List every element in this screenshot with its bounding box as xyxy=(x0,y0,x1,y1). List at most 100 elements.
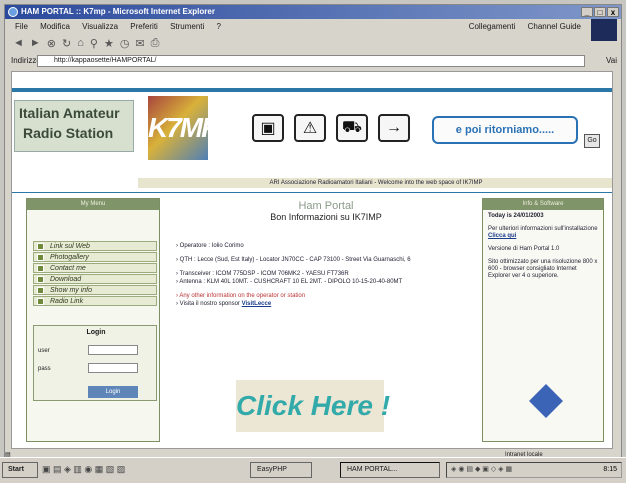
pass-label: pass xyxy=(38,366,51,372)
address-bar: Indirizzo http://kappaosette/HAMPORTAL/ … xyxy=(5,53,621,69)
stop-icon[interactable]: ⊗ xyxy=(47,37,56,50)
search-icon[interactable]: ⚲ xyxy=(90,37,98,50)
optimized-info: Sito ottimizzato per una risoluzione 800… xyxy=(488,259,598,279)
logo-line1: Italian Amateur xyxy=(19,105,120,121)
menu-item-label: Photogallery xyxy=(50,253,89,261)
refresh-icon[interactable]: ↻ xyxy=(62,37,71,50)
header-rule-bottom xyxy=(12,192,612,193)
click-here-banner[interactable]: Click Here ! xyxy=(236,380,390,432)
qth-info: › QTH : Lecce (Sud, Est Italy) - Locator… xyxy=(176,257,411,263)
user-label: user xyxy=(38,348,50,354)
menu-title: My Menu xyxy=(27,199,159,210)
callsign-logo: K7MP xyxy=(148,96,220,160)
version-info: Versione di Ham Portal 1.0 xyxy=(488,246,560,252)
ie-icon xyxy=(8,7,18,17)
quick-launch-icons[interactable]: ▣ ▤ ◈ ▥ ◉ ▦ ▧ ▨ xyxy=(42,464,125,475)
channel-guide-link[interactable]: Channel Guide xyxy=(528,22,581,31)
login-box: Login user pass Login xyxy=(33,325,157,401)
sponsor-text: Visita il nostro sponsor xyxy=(179,301,240,307)
address-input[interactable]: http://kappaosette/HAMPORTAL/ xyxy=(37,55,585,67)
menu-item-radio-link[interactable]: Radio Link xyxy=(33,296,157,306)
menu-item-label: Contact me xyxy=(50,264,86,272)
taskbar-ham-portal[interactable]: HAM PORTAL... xyxy=(340,462,440,478)
arrow-right-icon: → xyxy=(378,114,410,142)
operator-info: › Operatore : Iolio Corimo xyxy=(176,243,244,249)
menu-item-show-info[interactable]: Show my info xyxy=(33,285,157,295)
go-button[interactable]: Vai xyxy=(606,53,617,69)
antenna-text: Antenna : KLM 40L 10MT. - CUSHCRAFT 10 E… xyxy=(179,279,403,285)
bullet-icon xyxy=(37,275,44,283)
transceiver-info: › Transceiver : ICOM 775DSP - ICOM 706MK… xyxy=(176,271,403,285)
qth-text: QTH : Lecce (Sud, Est Italy) - Locator J… xyxy=(179,257,411,263)
menu-visualizza[interactable]: Visualizza xyxy=(82,22,118,31)
home-icon[interactable]: ⌂ xyxy=(77,37,84,49)
toolbar: ◄ ► ⊗ ↻ ⌂ ⚲ ★ ◷ ✉ ⎙ xyxy=(5,34,621,52)
page-subtitle: Bon Informazioni su IK7IMP xyxy=(270,212,382,222)
back-icon[interactable]: ◄ xyxy=(13,37,24,49)
links-label[interactable]: Collegamenti xyxy=(469,22,516,31)
user-input[interactable] xyxy=(88,345,138,355)
more-info-link[interactable]: › Any other information on the operator … xyxy=(176,292,476,300)
slogan-box: e poi ritorniamo..... xyxy=(432,116,578,144)
install-text: Per ulteriori informazioni sull'installa… xyxy=(488,226,598,232)
ari-diamond-logo-icon xyxy=(529,384,563,418)
menu-item-download[interactable]: Download xyxy=(33,274,157,284)
side-menu: Link sul Web Photogallery Contact me Dow… xyxy=(33,241,157,307)
favorites-icon[interactable]: ★ xyxy=(104,37,114,50)
menu-file[interactable]: File xyxy=(15,22,28,31)
browser-window: HAM PORTAL :: K7mp - Microsoft Internet … xyxy=(4,4,622,479)
info-title: Info & Software xyxy=(483,199,603,210)
car-icon: ⛟ xyxy=(336,114,368,142)
today-date: Today is 24/01/2003 xyxy=(483,210,603,223)
close-button[interactable]: x xyxy=(607,7,619,17)
mail-icon[interactable]: ✉ xyxy=(135,37,144,50)
menu-item-label: Link sul Web xyxy=(50,242,90,250)
bullet-icon xyxy=(37,242,44,250)
menu-help[interactable]: ? xyxy=(217,22,221,31)
menu-strumenti[interactable]: Strumenti xyxy=(170,22,204,31)
menu-bar: File Modifica Visualizza Preferiti Strum… xyxy=(5,20,621,33)
transceiver-text: Transceiver : ICOM 775DSP - ICOM 706MK2 … xyxy=(179,271,349,277)
menu-item-photogallery[interactable]: Photogallery xyxy=(33,252,157,262)
taskbar-easyphp[interactable]: EasyPHP xyxy=(250,462,312,478)
sign-icon: ⚠ xyxy=(294,114,326,142)
logo-line2: Radio Station xyxy=(23,125,114,141)
title-bar: HAM PORTAL :: K7mp - Microsoft Internet … xyxy=(5,5,621,19)
start-button[interactable]: Start xyxy=(2,462,38,478)
menu-preferiti[interactable]: Preferiti xyxy=(130,22,158,31)
taskbar: Start ▣ ▤ ◈ ▥ ◉ ▦ ▧ ▨ EasyPHP HAM PORTAL… xyxy=(0,457,626,483)
more-info-text: Any other information on the operator or… xyxy=(179,293,306,299)
clock: 8:15 xyxy=(603,466,617,473)
install-link[interactable]: Clicca qui xyxy=(488,233,516,239)
menu-item-links[interactable]: Link sul Web xyxy=(33,241,157,251)
menu-item-label: Radio Link xyxy=(50,297,84,305)
minimize-button[interactable]: _ xyxy=(581,7,593,17)
bullet-icon xyxy=(37,264,44,272)
sponsor-link[interactable]: VisitLecce xyxy=(242,301,272,307)
forward-icon[interactable]: ► xyxy=(30,37,41,49)
window-title: HAM PORTAL :: K7mp - Microsoft Internet … xyxy=(21,7,215,16)
menu-modifica[interactable]: Modifica xyxy=(40,22,70,31)
site-logo: Italian Amateur Radio Station xyxy=(14,100,134,152)
left-column: My Menu Link sul Web Photogallery Contac… xyxy=(26,198,160,442)
right-column: Info & Software Today is 24/01/2003 Per … xyxy=(482,198,604,442)
operator-text: Operatore : Iolio Corimo xyxy=(179,243,244,249)
header-rule xyxy=(12,88,612,92)
suitcase-icon: ▣ xyxy=(252,114,284,142)
system-tray: ◈ ◉ ▤ ◆ ▣ ◇ ◈ ▦ 8:15 xyxy=(446,462,622,478)
menu-item-contact[interactable]: Contact me xyxy=(33,263,157,273)
center-column: Ham Portal Bon Informazioni su IK7IMP › … xyxy=(176,200,476,442)
header-go-button[interactable]: Go xyxy=(584,134,600,148)
bullet-icon xyxy=(37,286,44,294)
maximize-button[interactable]: □ xyxy=(594,7,606,17)
page-viewport: Italian Amateur Radio Station K7MP ▣ ⚠ ⛟… xyxy=(11,71,613,449)
print-icon[interactable]: ⎙ xyxy=(151,37,160,50)
history-icon[interactable]: ◷ xyxy=(120,37,130,50)
sponsor-line: › Visita il nostro sponsor VisitLecce xyxy=(176,301,272,307)
password-input[interactable] xyxy=(88,363,138,373)
welcome-marquee: ARI Associazione Radioamatori Italiani -… xyxy=(138,178,612,188)
page-title: Ham Portal xyxy=(298,200,354,212)
menu-item-label: Download xyxy=(50,275,82,283)
bullet-icon xyxy=(37,297,44,305)
login-button[interactable]: Login xyxy=(88,386,138,398)
